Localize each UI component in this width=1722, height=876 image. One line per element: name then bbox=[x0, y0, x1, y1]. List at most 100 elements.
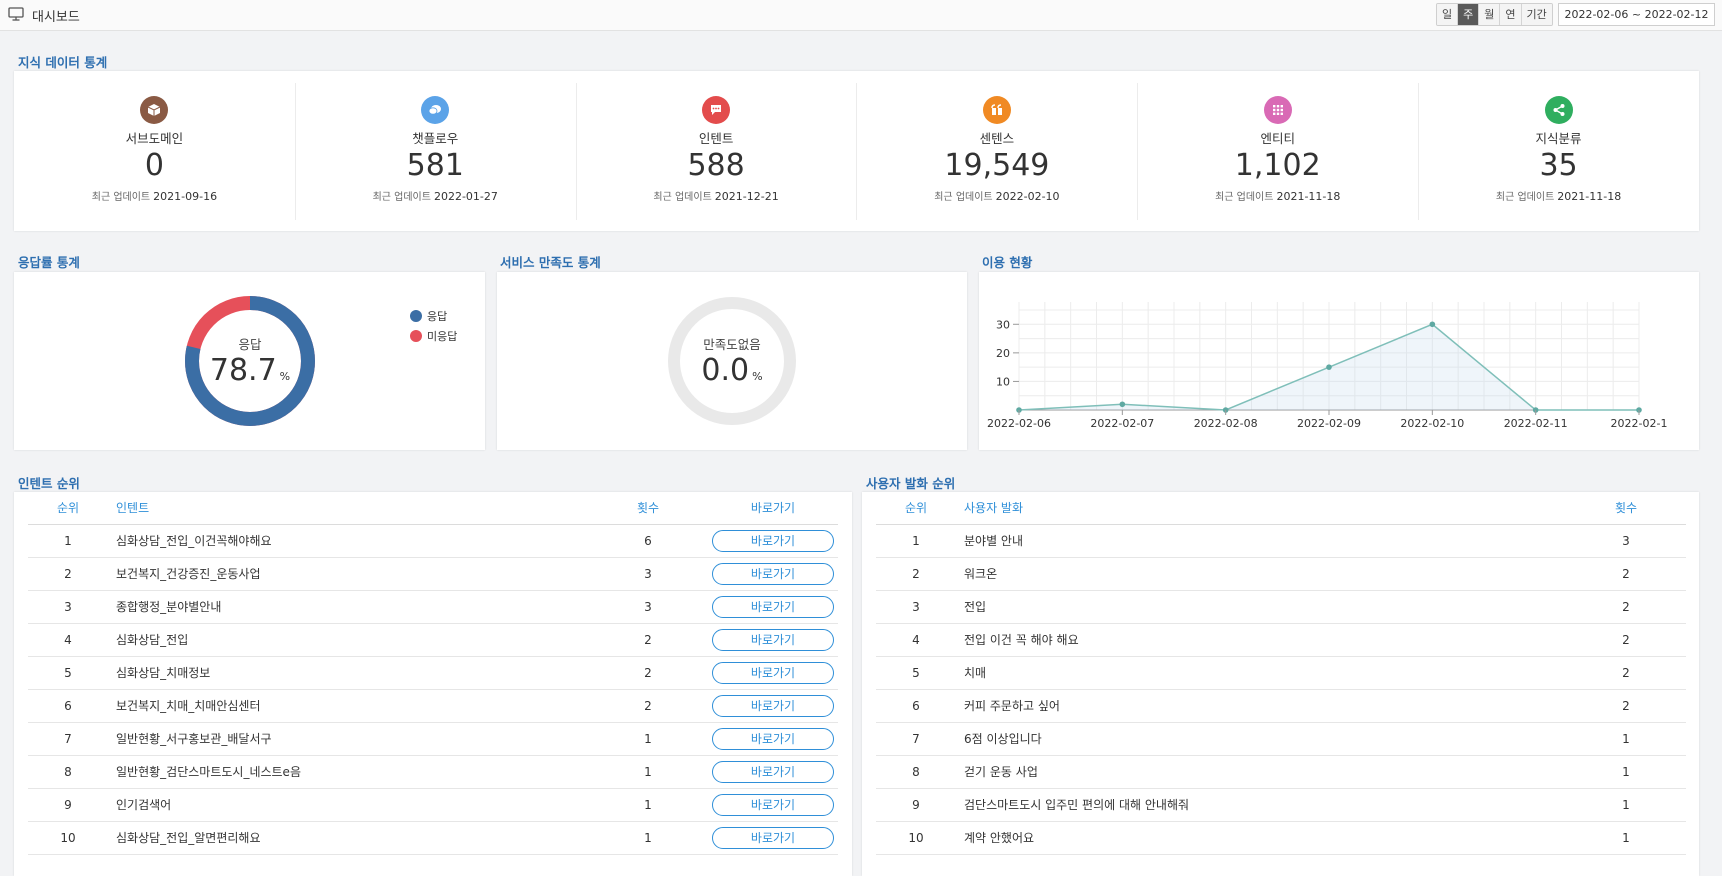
response-legend: 응답미응답 bbox=[410, 308, 457, 348]
intent-name-cell: 일반현황_검단스마트도시_네스트e음 bbox=[108, 755, 588, 789]
rank-cell: 7 bbox=[876, 722, 956, 756]
utterance-name-cell: 분야별 안내 bbox=[956, 524, 1566, 558]
period-button-3[interactable]: 연 bbox=[1500, 4, 1522, 25]
count-cell: 2 bbox=[1566, 623, 1686, 657]
period-button-1[interactable]: 주 bbox=[1458, 4, 1480, 25]
updated-date: 2021-09-16 bbox=[153, 190, 218, 203]
legend-dot bbox=[410, 310, 422, 322]
knowledge-stat-value: 19,549 bbox=[944, 148, 1050, 183]
intent-name-cell: 심화상담_치매정보 bbox=[108, 656, 588, 690]
count-cell: 2 bbox=[1566, 656, 1686, 690]
go-button[interactable]: 바로가기 bbox=[712, 529, 834, 552]
satisfaction-stats-card: 만족도없음 0.0% bbox=[497, 272, 967, 450]
response-center-label: 응답 bbox=[238, 337, 262, 352]
y-tick-label: 30 bbox=[996, 318, 1010, 331]
knowledge-stat-updated: 최근 업데이트 2022-01-27 bbox=[295, 188, 576, 203]
count-cell: 3 bbox=[588, 590, 708, 624]
utterance-table-header: 순위 사용자 발화 횟수 bbox=[876, 492, 1686, 525]
usage-title: 이용 현황 bbox=[982, 255, 1033, 270]
intent-rank-title: 인텐트 순위 bbox=[18, 476, 80, 491]
y-tick-label: 10 bbox=[996, 375, 1010, 388]
knowledge-stat-label: 인텐트 bbox=[698, 131, 734, 146]
rank-cell: 8 bbox=[28, 755, 108, 789]
legend-label: 응답 bbox=[427, 310, 448, 323]
table-row: 10 계약 안했어요 1 bbox=[876, 821, 1686, 855]
go-cell: 바로가기 bbox=[708, 524, 838, 558]
count-cell: 1 bbox=[1566, 755, 1686, 789]
go-button[interactable]: 바로가기 bbox=[712, 793, 834, 816]
top-bar: 대시보드 일 주 월 연 기간 2022-02-06 ~ 2022-02-12 bbox=[0, 0, 1722, 31]
satisfaction-center: 만족도없음 0.0% bbox=[672, 334, 792, 388]
utterance-name-cell: 워크온 bbox=[956, 557, 1566, 591]
x-tick-label: 2022-02-07 bbox=[1090, 417, 1154, 430]
period-button-4[interactable]: 기간 bbox=[1521, 4, 1552, 25]
table-row: 9 인기검색어 1 바로가기 bbox=[28, 788, 838, 822]
rank-cell: 4 bbox=[28, 623, 108, 657]
count-cell: 1 bbox=[588, 788, 708, 822]
knowledge-stat-updated: 최근 업데이트 2021-11-18 bbox=[1137, 188, 1418, 203]
intent-name-cell: 심화상담_전입_알면편리해요 bbox=[108, 821, 588, 855]
go-button[interactable]: 바로가기 bbox=[712, 727, 834, 750]
table-row: 6 보건복지_치매_치매안심센터 2 바로가기 bbox=[28, 689, 838, 723]
go-cell: 바로가기 bbox=[708, 590, 838, 624]
go-button[interactable]: 바로가기 bbox=[712, 826, 834, 849]
count-cell: 2 bbox=[1566, 557, 1686, 591]
knowledge-stat-1: 챗플로우 581 최근 업데이트 2022-01-27 bbox=[294, 71, 576, 231]
utterance-name-cell: 전입 이건 꼭 해야 해요 bbox=[956, 623, 1566, 657]
quote-icon bbox=[982, 96, 1011, 124]
knowledge-stat-5: 지식분류 35 최근 업데이트 2021-11-18 bbox=[1418, 71, 1699, 231]
count-cell: 1 bbox=[1566, 722, 1686, 756]
period-button-0[interactable]: 일 bbox=[1437, 4, 1459, 25]
page-title-area: 대시보드 bbox=[8, 6, 80, 25]
go-cell: 바로가기 bbox=[708, 689, 838, 723]
go-cell: 바로가기 bbox=[708, 623, 838, 657]
updated-date: 2021-11-18 bbox=[1276, 190, 1341, 203]
utterance-name-cell: 6점 이상입니다 bbox=[956, 722, 1566, 756]
rank-cell: 3 bbox=[876, 590, 956, 624]
x-tick-label: 2022-02-1 bbox=[1611, 417, 1668, 430]
legend-label: 미응답 bbox=[427, 330, 458, 343]
period-button-2[interactable]: 월 bbox=[1479, 4, 1501, 25]
rank-cell: 6 bbox=[28, 689, 108, 723]
satisfaction-center-label: 만족도없음 bbox=[703, 337, 761, 352]
usage-point bbox=[1429, 321, 1436, 328]
rank-cell: 2 bbox=[876, 557, 956, 591]
chat-bubble-icon bbox=[421, 96, 450, 124]
count-cell: 2 bbox=[588, 623, 708, 657]
col-intent: 인텐트 bbox=[108, 492, 588, 525]
count-cell: 1 bbox=[1566, 821, 1686, 855]
usage-point bbox=[1326, 364, 1332, 370]
count-cell: 1 bbox=[1566, 788, 1686, 822]
table-row: 5 심화상담_치매정보 2 바로가기 bbox=[28, 656, 838, 690]
y-tick-label: 20 bbox=[996, 347, 1010, 360]
knowledge-stat-label: 챗플로우 bbox=[412, 131, 459, 146]
date-range-input[interactable]: 2022-02-06 ~ 2022-02-12 bbox=[1558, 3, 1715, 26]
intent-rank-table: 순위 인텐트 횟수 바로가기 1 심화상담_전입_이건꼭해야해요 6 바로가기 2 보건복… bbox=[28, 492, 838, 855]
go-button[interactable]: 바로가기 bbox=[712, 760, 834, 783]
rank-cell: 5 bbox=[28, 656, 108, 690]
go-button[interactable]: 바로가기 bbox=[712, 694, 834, 717]
go-button[interactable]: 바로가기 bbox=[712, 595, 834, 618]
table-row: 4 전입 이건 꼭 해야 해요 2 bbox=[876, 623, 1686, 657]
knowledge-stat-label: 엔티티 bbox=[1260, 131, 1295, 146]
intent-name-cell: 인기검색어 bbox=[108, 788, 588, 822]
col-count: 횟수 bbox=[588, 492, 708, 525]
updated-prefix: 최근 업데이트 bbox=[1215, 192, 1274, 203]
count-cell: 2 bbox=[588, 656, 708, 690]
count-cell: 1 bbox=[588, 755, 708, 789]
legend-item-0: 응답 bbox=[410, 308, 457, 324]
rank-cell: 10 bbox=[876, 821, 956, 855]
table-row: 10 심화상담_전입_알면편리해요 1 바로가기 bbox=[28, 821, 838, 855]
table-row: 7 6점 이상입니다 1 bbox=[876, 722, 1686, 756]
updated-prefix: 최근 업데이트 bbox=[1495, 192, 1555, 203]
go-button[interactable]: 바로가기 bbox=[712, 661, 834, 684]
usage-chart-card: 10 20 30 2022-02-06 2022-02-07 2022-02-08 2022… bbox=[979, 272, 1699, 450]
go-button[interactable]: 바로가기 bbox=[712, 628, 834, 651]
updated-prefix: 최근 업데이트 bbox=[653, 192, 712, 203]
knowledge-stat-updated: 최근 업데이트 2021-09-16 bbox=[14, 188, 295, 203]
table-row: 8 일반현황_검단스마트도시_네스트e음 1 바로가기 bbox=[28, 755, 838, 789]
col-utterance: 사용자 발화 bbox=[956, 492, 1566, 525]
knowledge-stat-label: 지식분류 bbox=[1535, 131, 1582, 146]
go-button[interactable]: 바로가기 bbox=[712, 562, 834, 585]
share-icon bbox=[1544, 96, 1573, 124]
